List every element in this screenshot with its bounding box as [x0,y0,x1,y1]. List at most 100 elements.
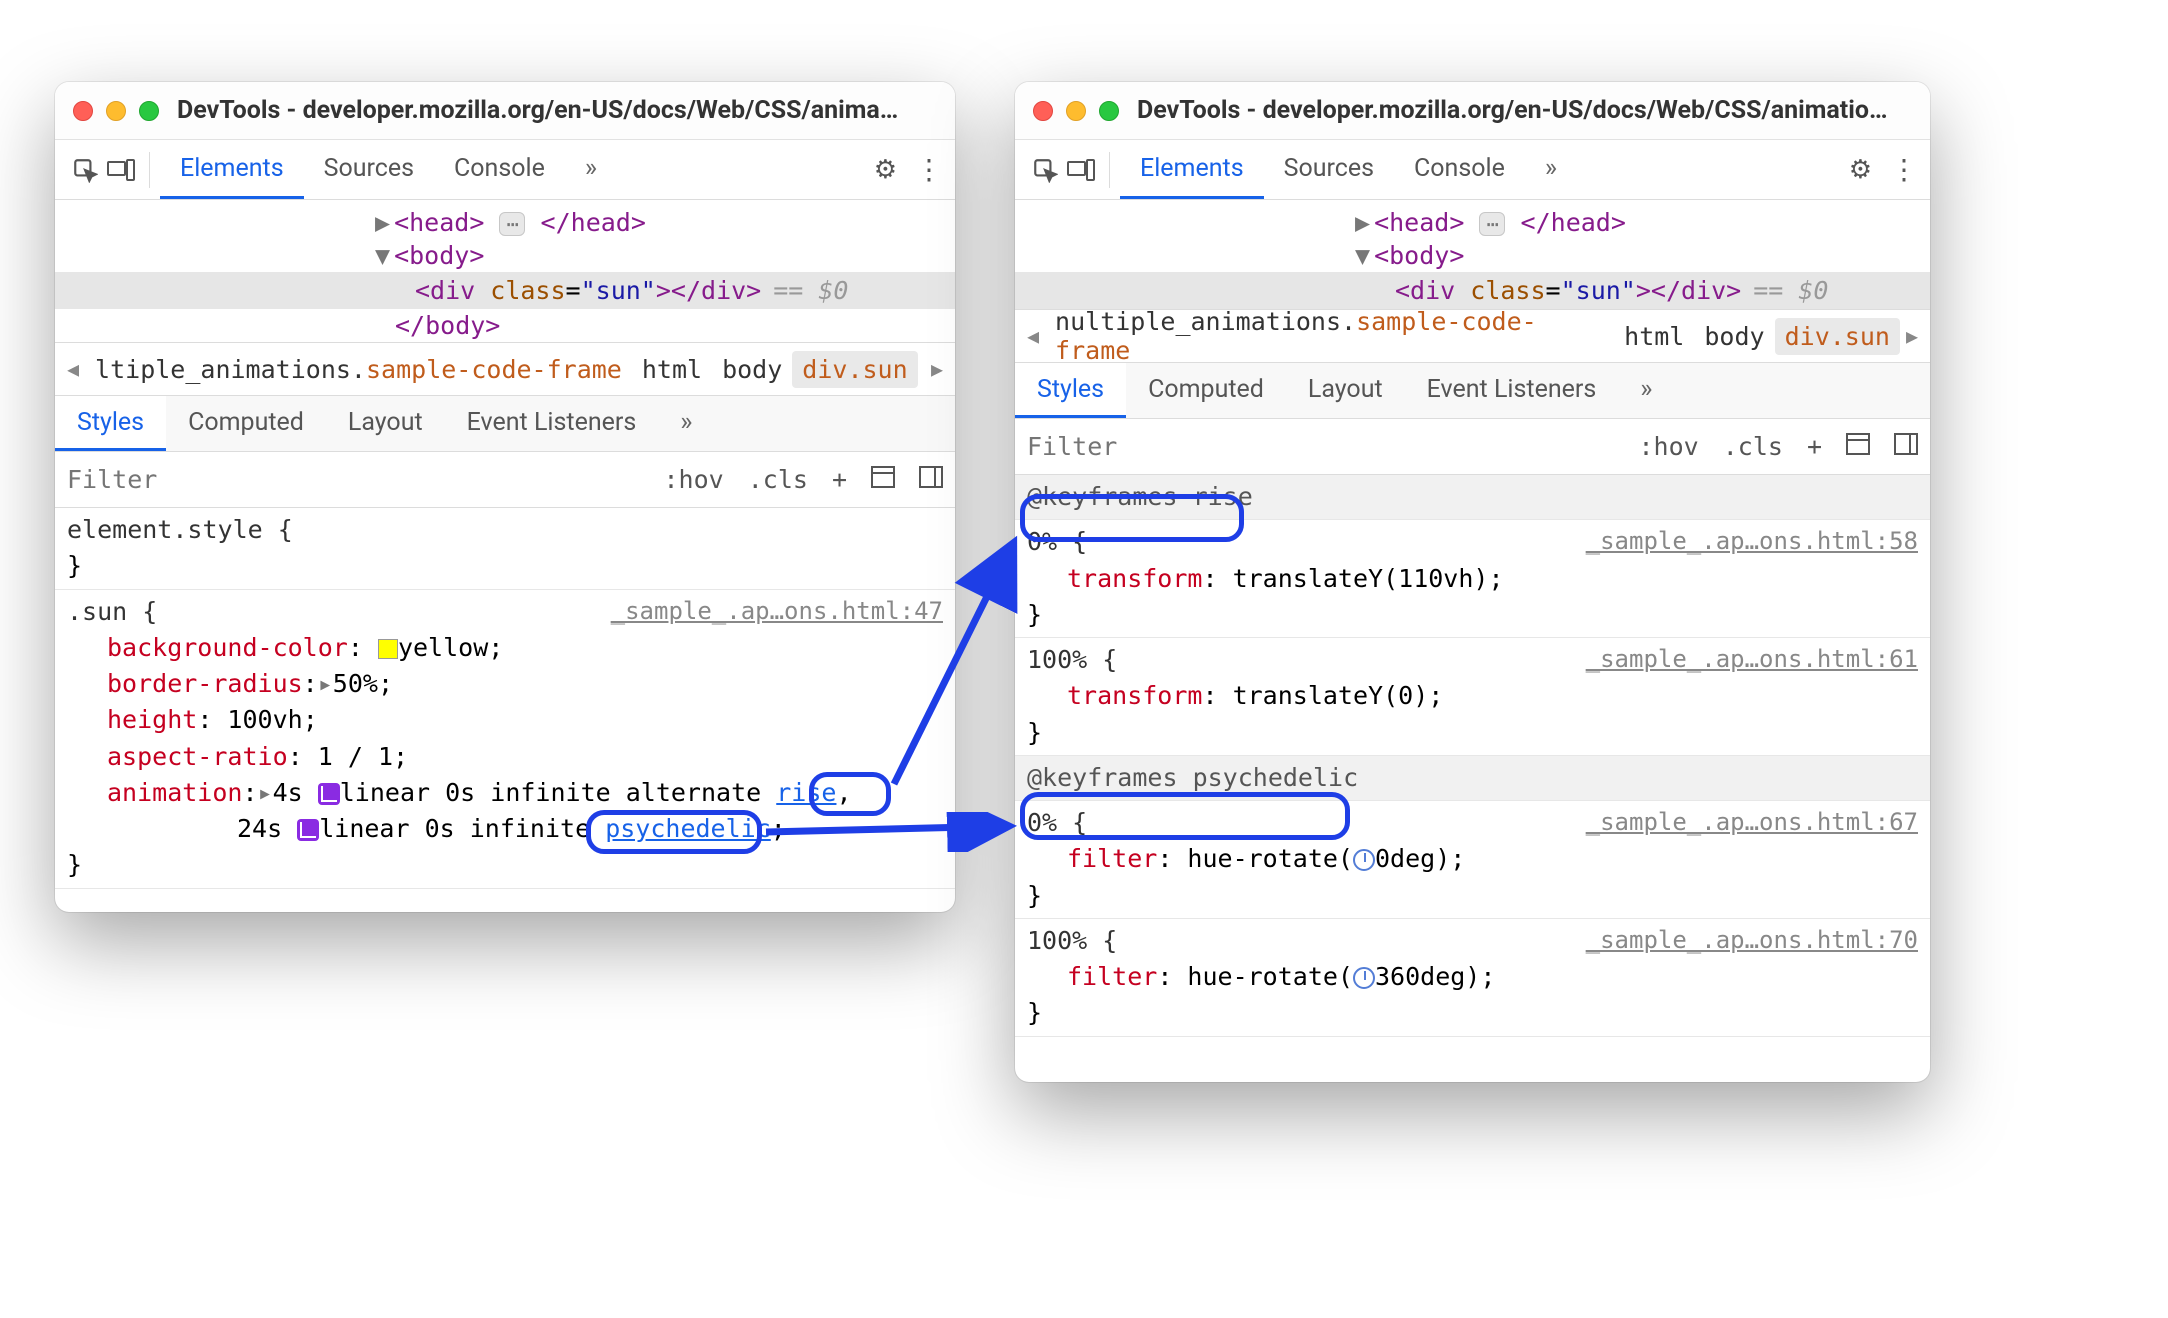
prop-filter[interactable]: filter: hue-rotate(0deg); [1027,841,1918,877]
breadcrumb-next-icon[interactable]: ▶ [925,357,949,381]
prop-filter[interactable]: filter: hue-rotate(360deg); [1027,959,1918,995]
crumb-html[interactable]: html [632,351,712,388]
crumb-html[interactable]: html [1614,318,1694,355]
minimize-icon[interactable] [1066,101,1086,121]
settings-icon[interactable]: ⚙ [874,155,897,185]
filter-input[interactable] [55,465,652,494]
traffic-lights [73,101,159,121]
breadcrumb-next-icon[interactable]: ▶ [1900,324,1924,348]
subtab-overflow-icon[interactable]: » [1618,363,1674,418]
easing-icon[interactable] [318,783,340,805]
main-toolbar: Elements Sources Console » ⚙ ⋮ [1015,140,1930,200]
crumb-div-sun[interactable]: div.sun [792,351,917,388]
tab-elements[interactable]: Elements [160,140,304,199]
dom-body-close[interactable]: </body> [395,311,500,340]
zoom-icon[interactable] [1099,101,1119,121]
subtab-layout[interactable]: Layout [1286,363,1405,418]
keyframe-link-rise[interactable]: rise [776,778,836,807]
keyframe-link-psychedelic[interactable]: psychedelic [605,814,771,843]
subtab-event-listeners[interactable]: Event Listeners [1405,363,1619,418]
cls-button[interactable]: .cls [736,465,820,494]
prop-border-radius[interactable]: border-radius:▸50%; [67,666,943,702]
tab-console[interactable]: Console [434,140,565,199]
cls-button[interactable]: .cls [1711,432,1795,461]
subtab-layout[interactable]: Layout [326,396,445,451]
angle-icon[interactable] [1353,849,1375,871]
ellipsis-icon[interactable]: ⋯ [1479,212,1505,236]
prop-background-color[interactable]: background-color: yellow; [67,630,943,666]
dom-selected-node[interactable]: <div class="sun"></div>== $0 [55,272,955,309]
device-icon[interactable] [1063,159,1099,181]
crumb-div-sun[interactable]: div.sun [1775,318,1900,355]
add-rule-button[interactable]: + [1795,432,1834,461]
tab-sources[interactable]: Sources [304,140,434,199]
close-icon[interactable] [73,101,93,121]
sidebar-toggle-icon[interactable] [907,465,955,494]
computed-toggle-icon[interactable] [859,465,907,494]
window-title: DevTools - developer.mozilla.org/en-US/d… [177,96,898,125]
dom-head[interactable]: <head> [394,208,484,237]
tab-elements[interactable]: Elements [1120,140,1264,199]
dom-tree[interactable]: ▶<head> ⋯ </head> ▼<body> <div class="su… [55,200,955,342]
tab-console[interactable]: Console [1394,140,1525,199]
dom-body[interactable]: <body> [1374,241,1464,270]
more-icon[interactable]: ⋮ [915,153,943,186]
close-icon[interactable] [1033,101,1053,121]
styles-pane[interactable]: @keyframes rise _sample_.ap…ons.html:58 … [1015,475,1930,1082]
filter-bar: :hov .cls + [55,452,955,508]
hov-button[interactable]: :hov [652,465,736,494]
subtab-event-listeners[interactable]: Event Listeners [445,396,659,451]
add-rule-button[interactable]: + [820,465,859,494]
source-link[interactable]: _sample_.ap…ons.html:70 [1586,923,1918,958]
zoom-icon[interactable] [139,101,159,121]
crumb-body[interactable]: body [1694,318,1774,355]
prop-height[interactable]: height: 100vh; [67,702,943,738]
subtab-computed[interactable]: Computed [1126,363,1286,418]
styles-subtabs: Styles Computed Layout Event Listeners » [55,396,955,452]
subtab-overflow-icon[interactable]: » [658,396,714,451]
crumb-file[interactable]: nultiple_animations.sample-code-frame [1045,303,1614,369]
keyframes-psychedelic-header[interactable]: @keyframes psychedelic [1015,756,1930,801]
source-link[interactable]: _sample_.ap…ons.html:61 [1586,642,1918,677]
color-swatch-icon[interactable] [378,639,398,659]
sidebar-toggle-icon[interactable] [1882,432,1930,461]
angle-icon[interactable] [1353,967,1375,989]
dom-head[interactable]: <head> [1374,208,1464,237]
styles-subtabs: Styles Computed Layout Event Listeners » [1015,363,1930,419]
source-link[interactable]: _sample_.ap…ons.html:47 [611,594,943,629]
tab-sources[interactable]: Sources [1264,140,1394,199]
element-style-selector[interactable]: element.style { [67,515,293,544]
device-icon[interactable] [103,159,139,181]
prop-transform[interactable]: transform: translateY(110vh); [1027,561,1918,597]
minimize-icon[interactable] [106,101,126,121]
subtab-styles[interactable]: Styles [55,396,166,451]
ellipsis-icon[interactable]: ⋯ [499,212,525,236]
settings-icon[interactable]: ⚙ [1849,155,1872,185]
inspect-icon[interactable] [1027,157,1063,183]
sun-selector[interactable]: .sun { [67,597,157,626]
keyframes-rise-header[interactable]: @keyframes rise [1015,475,1930,520]
prop-animation-line2[interactable]: 24s linear 0s infinite psychedelic; [67,811,943,847]
tab-overflow-icon[interactable]: » [565,140,617,199]
subtab-styles[interactable]: Styles [1015,363,1126,418]
prop-animation[interactable]: animation:▸4s linear 0s infinite alterna… [67,775,943,811]
tab-overflow-icon[interactable]: » [1525,140,1577,199]
dom-body[interactable]: <body> [394,241,484,270]
filter-input[interactable] [1015,432,1627,461]
breadcrumb-prev-icon[interactable]: ◀ [1021,324,1045,348]
styles-pane[interactable]: element.style { } _sample_.ap…ons.html:4… [55,508,955,912]
computed-toggle-icon[interactable] [1834,432,1882,461]
hov-button[interactable]: :hov [1627,432,1711,461]
crumb-file[interactable]: ltiple_animations.sample-code-frame [85,351,632,388]
prop-transform[interactable]: transform: translateY(0); [1027,678,1918,714]
source-link[interactable]: _sample_.ap…ons.html:58 [1586,524,1918,559]
more-icon[interactable]: ⋮ [1890,153,1918,186]
crumb-body[interactable]: body [712,351,792,388]
easing-icon[interactable] [297,819,319,841]
source-link[interactable]: _sample_.ap…ons.html:67 [1586,805,1918,840]
dom-tree[interactable]: ▶<head> ⋯ </head> ▼<body> ⋯<div class="s… [1015,200,1930,309]
prop-aspect-ratio[interactable]: aspect-ratio: 1 / 1; [67,739,943,775]
inspect-icon[interactable] [67,157,103,183]
breadcrumb-prev-icon[interactable]: ◀ [61,357,85,381]
subtab-computed[interactable]: Computed [166,396,326,451]
